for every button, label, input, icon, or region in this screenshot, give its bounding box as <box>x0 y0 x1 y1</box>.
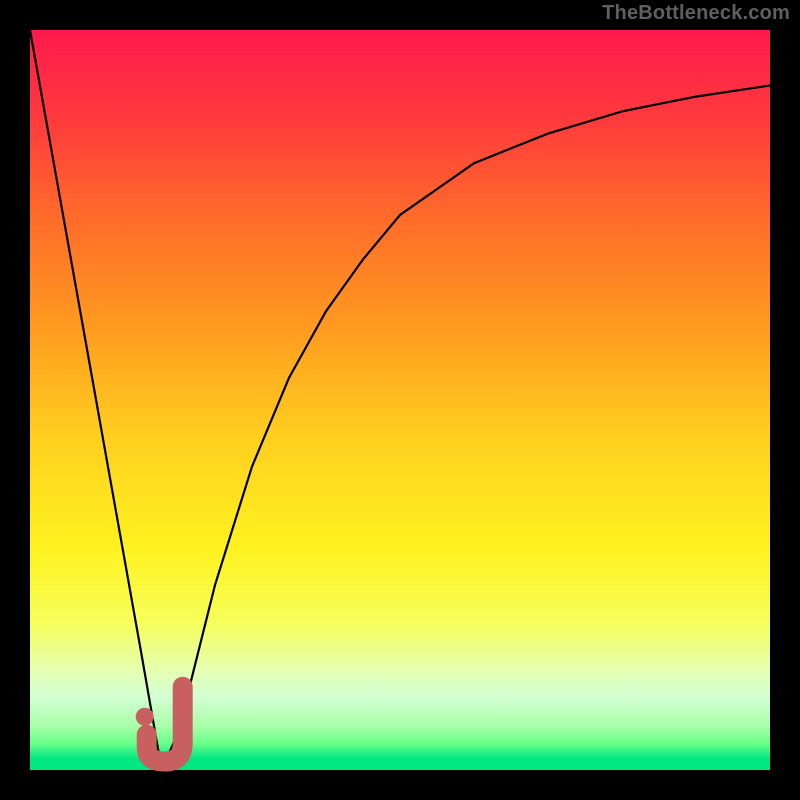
watermark-text: TheBottleneck.com <box>602 2 790 25</box>
chart-stage: TheBottleneck.com <box>0 0 800 800</box>
optimum-dot-marker <box>136 708 154 726</box>
bottleneck-chart <box>0 0 800 800</box>
gradient-panel <box>30 30 770 770</box>
